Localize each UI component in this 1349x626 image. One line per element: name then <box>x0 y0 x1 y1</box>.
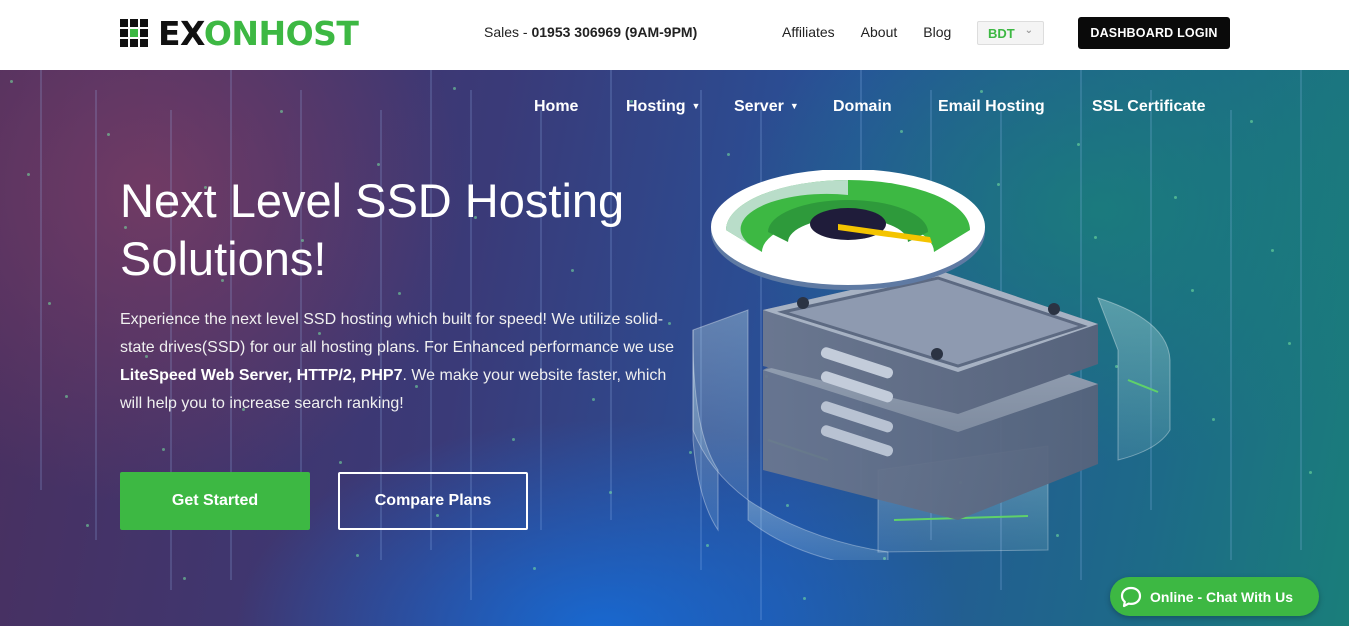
rack-led <box>1250 120 1253 123</box>
rack-led <box>65 395 68 398</box>
rack-led <box>727 153 730 156</box>
rack-led <box>609 491 612 494</box>
nav-server-label: Server <box>734 98 784 115</box>
rack-led <box>453 87 456 90</box>
currency-select[interactable]: BDT ⌄ <box>977 21 1044 45</box>
dropdown-caret-icon: ▼ <box>789 101 799 111</box>
site-logo[interactable]: EXONHOST <box>120 13 359 53</box>
hero-desc-bold: LiteSpeed Web Server, HTTP/2, PHP7 <box>120 367 403 384</box>
rack-line <box>95 90 97 540</box>
rack-led <box>1271 249 1274 252</box>
main-nav: Home Hosting ▼ Server ▼ Domain Email Hosti… <box>0 98 1349 118</box>
top-links: Affiliates About Blog <box>782 24 977 40</box>
dropdown-caret-icon: ▼ <box>691 101 701 111</box>
nav-server[interactable]: Server ▼ <box>734 98 799 116</box>
rack-led <box>86 524 89 527</box>
rack-led <box>980 90 983 93</box>
rack-led <box>1212 418 1215 421</box>
rack-led <box>107 133 110 136</box>
rack-led <box>162 448 165 451</box>
logo-wordmark: EXONHOST <box>158 13 359 53</box>
hero-desc-part1: Experience the next level SSD hosting wh… <box>120 311 675 356</box>
compare-plans-button[interactable]: Compare Plans <box>338 472 528 530</box>
nav-hosting-label: Hosting <box>626 98 686 115</box>
nav-domain[interactable]: Domain <box>833 98 892 116</box>
sales-phone: 01953 306969 (9AM-9PM) <box>531 24 698 40</box>
rack-line <box>1230 110 1232 560</box>
nav-home[interactable]: Home <box>534 98 578 116</box>
nav-email-hosting[interactable]: Email Hosting <box>938 98 1045 116</box>
link-affiliates[interactable]: Affiliates <box>782 24 835 40</box>
hero-description: Experience the next level SSD hosting wh… <box>120 306 680 418</box>
live-chat-button[interactable]: Online - Chat With Us <box>1110 577 1319 616</box>
logo-text-ex: EX <box>158 13 204 53</box>
logo-text-o: O <box>203 13 232 53</box>
rack-line <box>1300 70 1302 550</box>
nav-ssl-certificate[interactable]: SSL Certificate <box>1092 98 1206 116</box>
link-about[interactable]: About <box>861 24 898 40</box>
rack-led <box>356 554 359 557</box>
rack-led <box>533 567 536 570</box>
currency-value: BDT <box>988 26 1015 41</box>
rack-led <box>377 163 380 166</box>
nav-hosting[interactable]: Hosting ▼ <box>626 98 700 116</box>
sales-contact: Sales - 01953 306969 (9AM-9PM) <box>484 24 697 40</box>
get-started-button[interactable]: Get Started <box>120 472 310 530</box>
rack-line <box>40 70 42 490</box>
sales-label: Sales - <box>484 24 532 40</box>
speed-gauge-server-illustration <box>692 170 1171 560</box>
logo-grid-icon <box>120 19 148 47</box>
rack-line <box>300 90 302 510</box>
rack-led <box>48 302 51 305</box>
nav-ssl-label: SSL Certificate <box>1092 98 1206 115</box>
nav-domain-label: Domain <box>833 98 892 115</box>
logo-text-nhost: NHOST <box>231 13 359 53</box>
rack-led <box>1288 342 1291 345</box>
nav-home-label: Home <box>534 98 579 115</box>
rack-led <box>1077 143 1080 146</box>
nav-email-label: Email Hosting <box>938 98 1045 115</box>
chat-label: Online - Chat With Us <box>1150 588 1293 605</box>
rack-led <box>398 292 401 295</box>
hero-headline: Next Level SSD Hosting Solutions! <box>120 174 625 285</box>
dropdown-caret-icon: ⌄ <box>1024 25 1033 36</box>
rack-led <box>803 597 806 600</box>
rack-led <box>1309 471 1312 474</box>
rack-led <box>512 438 515 441</box>
rack-led <box>1191 289 1194 292</box>
rack-led <box>339 461 342 464</box>
chat-bubble-icon <box>1120 586 1142 607</box>
rack-line <box>610 70 612 520</box>
dashboard-login-button[interactable]: DASHBOARD LOGIN <box>1078 17 1230 49</box>
rack-led <box>183 577 186 580</box>
rack-led <box>10 80 13 83</box>
hero-section: Home Hosting ▼ Server ▼ Domain Email Hosti… <box>0 70 1349 626</box>
top-header: EXONHOST Sales - 01953 306969 (9AM-9PM) … <box>0 0 1349 70</box>
rack-led <box>900 130 903 133</box>
link-blog[interactable]: Blog <box>923 24 951 40</box>
rack-led <box>27 173 30 176</box>
